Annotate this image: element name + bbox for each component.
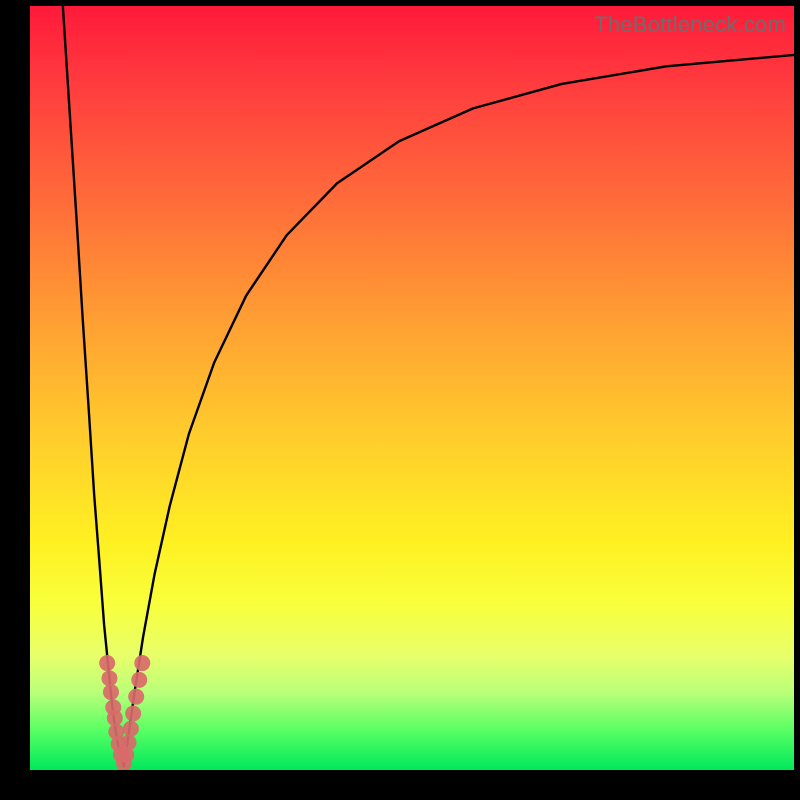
data-marker <box>101 670 117 686</box>
data-marker <box>128 689 144 705</box>
data-marker <box>103 684 119 700</box>
data-marker <box>107 710 123 726</box>
data-marker <box>99 655 115 671</box>
plot-area: TheBottleneck.com <box>30 6 794 770</box>
data-marker <box>125 705 141 721</box>
data-marker <box>134 655 150 671</box>
data-marker <box>123 721 139 737</box>
marker-group <box>99 655 150 770</box>
chart-svg <box>30 6 794 770</box>
data-marker <box>121 735 137 751</box>
curve-group <box>63 6 794 766</box>
data-marker <box>131 672 147 688</box>
series-right-branch <box>124 55 794 766</box>
watermark-label: TheBottleneck.com <box>594 12 786 38</box>
chart-frame: TheBottleneck.com <box>0 0 800 800</box>
series-left-branch <box>63 6 124 766</box>
